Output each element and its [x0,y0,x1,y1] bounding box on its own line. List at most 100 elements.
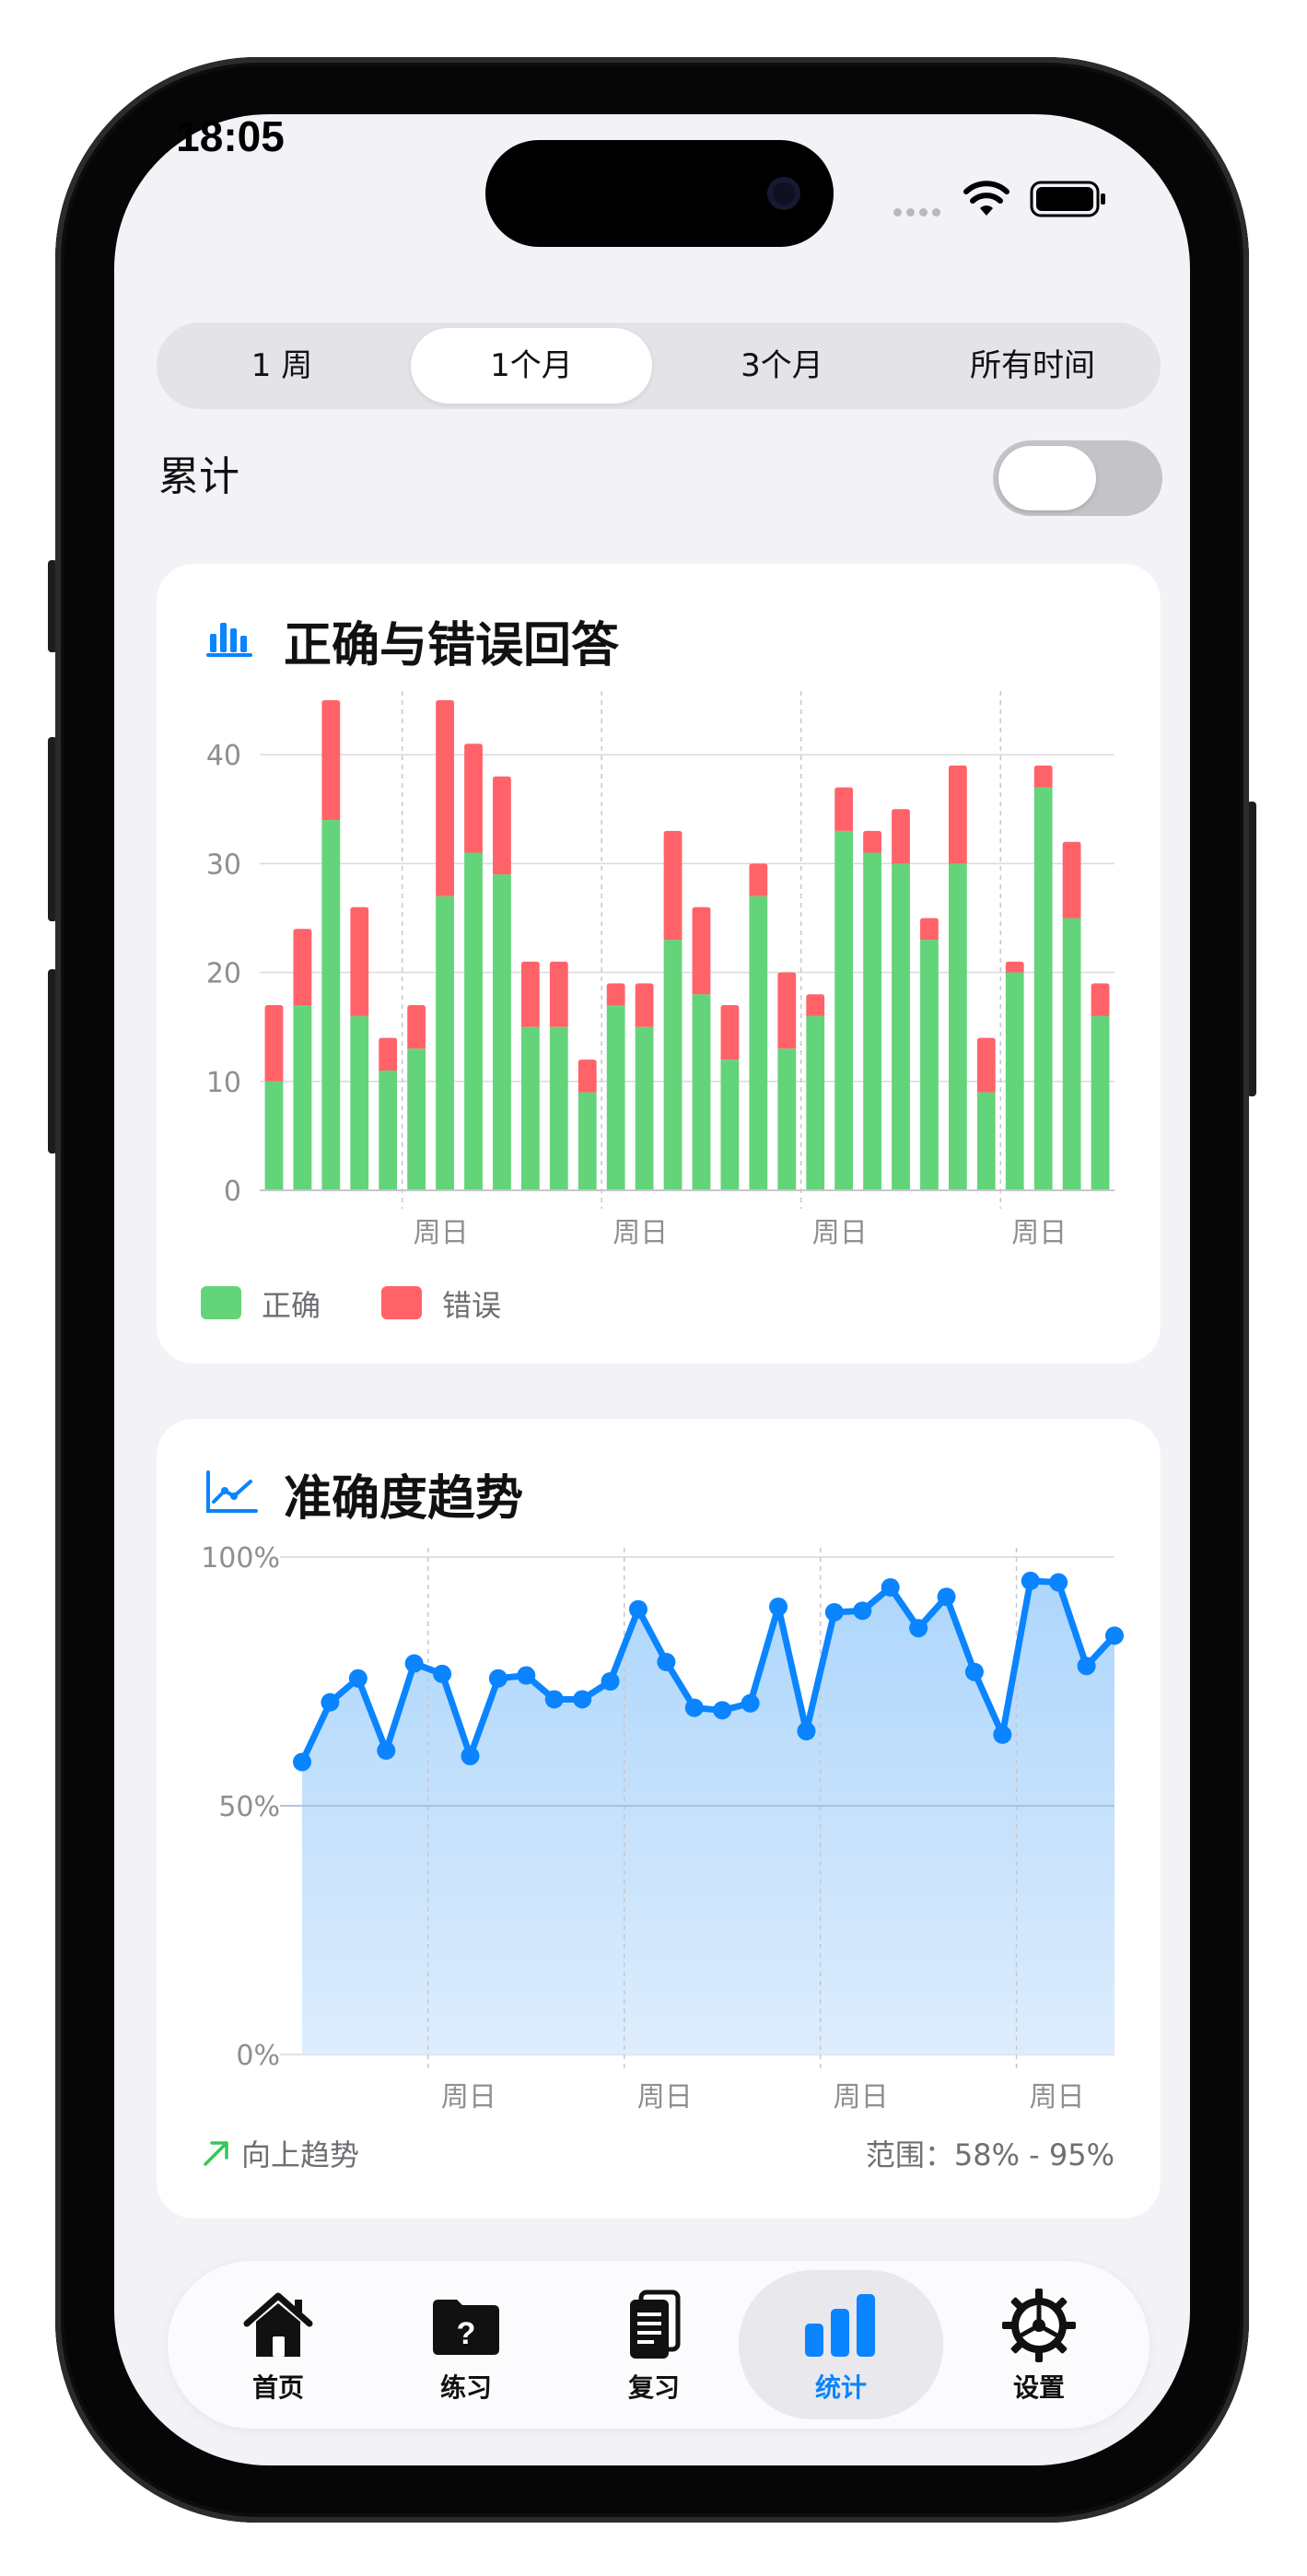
accuracy-point [881,1577,900,1597]
accuracy-area [302,1580,1114,2055]
battery-icon [1030,181,1105,217]
bar-correct [407,1048,426,1190]
bar-wrong [264,1005,284,1082]
time-range-segmented-control: 1 周 1个月 3个月 所有时间 [157,322,1161,409]
accuracy-point [853,1601,872,1621]
accuracy-point [461,1747,480,1765]
bar-correct [293,1005,312,1190]
gear-icon [1002,2289,1076,2362]
bar-wrong [606,983,625,1006]
tab-settings-label: 设置 [1012,2372,1065,2403]
bar-wrong [464,744,483,853]
bar-wrong [549,961,568,1027]
bar-correct [749,896,768,1190]
accuracy-point [293,1752,311,1772]
y-tick-label: 50% [218,1791,280,1823]
accuracy-point [1105,1626,1124,1645]
x-tick-label: 周日 [441,2081,496,2113]
accuracy-point [1021,1571,1040,1590]
x-tick-label: 周日 [1030,2081,1085,2113]
bar-correct [892,863,910,1190]
tab-home[interactable]: 首页 [186,2261,370,2429]
accuracy-point [488,1669,508,1688]
bar-wrong [1033,765,1053,788]
x-tick-label: 周日 [414,1217,469,1246]
accuracy-point [544,1690,564,1709]
accuracy-point [964,1662,984,1681]
y-tick-label: 0 [224,1176,241,1208]
bar-correct [692,994,711,1190]
accuracy-point [741,1693,760,1713]
tab-stats-label: 统计 [814,2372,867,2403]
bar-wrong [293,929,312,1006]
bar-wrong [520,961,540,1027]
accuracy-point [713,1701,732,1720]
cumulative-label: 累计 [158,453,239,500]
correct-wrong-chart: 0 10 20 30 40 周日 周日 周日 周日 [206,691,1114,1246]
legend-wrong-label: 错误 [442,1288,502,1323]
bar-correct [520,1026,540,1190]
bar-wrong [834,787,854,831]
accuracy-point [601,1672,620,1691]
segment-3-months[interactable]: 3个月 [661,328,903,404]
svg-text:?: ? [457,2316,476,2351]
x-tick-label: 周日 [613,1217,668,1246]
trend-direction-label: 向上趋势 [241,2137,360,2172]
y-tick-label: 40 [206,740,241,772]
bar-correct [777,1048,797,1190]
accuracy-trend-chart: 0% 50% 100% 周日 周日 周日 周日 [201,1542,1124,2113]
bar-wrong [350,907,369,1016]
y-tick-label: 20 [206,958,241,990]
bar-wrong [863,830,881,853]
accuracy-point [628,1599,648,1619]
question-folder-icon: ? [433,2300,499,2355]
accuracy-point [797,1722,816,1740]
dynamic-island [485,140,834,247]
bar-wrong [976,1037,996,1093]
bar-correct [321,820,341,1190]
bar-correct [379,1070,398,1190]
x-tick-label: 周日 [812,1217,868,1246]
accuracy-point [684,1698,704,1717]
bar-correct [834,830,854,1190]
accuracy-point [937,1587,956,1607]
bar-wrong [379,1037,398,1071]
bar-correct [264,1081,284,1190]
bar-wrong [1091,983,1110,1016]
segment-all-time[interactable]: 所有时间 [912,328,1153,404]
segment-1-month[interactable]: 1个月 [411,328,652,404]
bar-wrong [407,1005,426,1049]
accuracy-point [377,1741,396,1761]
accuracy-point [824,1602,844,1622]
bar-wrong [635,983,654,1027]
correct-wrong-card: 正确与错误回答 0 10 20 30 40 周日 周日 周日 周日 正确 错误 [157,564,1161,1364]
bar-correct [549,1026,568,1190]
bar-wrong [920,918,939,941]
bar-wrong [436,700,454,896]
legend-correct-swatch [201,1286,241,1319]
camera-icon [767,177,800,210]
tab-practice[interactable]: ? 练习 [374,2261,558,2429]
tab-stats[interactable]: 统计 [739,2270,943,2419]
tab-settings[interactable]: 设置 [947,2261,1131,2429]
accuracy-point [433,1664,452,1683]
bar-correct [350,1015,369,1190]
document-stack-icon [630,2289,681,2359]
bar-correct [663,940,683,1190]
accuracy-range-label: 范围：58% - 95% [865,2137,1114,2172]
tab-review[interactable]: 复习 [562,2261,746,2429]
bar-correct [1033,787,1053,1190]
legend-wrong-swatch [381,1286,422,1319]
bar-wrong [720,1005,740,1060]
accuracy-point [1049,1573,1068,1592]
segment-1-week[interactable]: 1 周 [162,328,402,404]
tab-home-label: 首页 [251,2372,304,2403]
bar-wrong [806,994,825,1016]
bar-wrong [493,776,511,875]
bar-wrong [578,1060,597,1093]
tab-practice-label: 练习 [439,2372,492,2403]
cumulative-toggle[interactable] [993,440,1162,516]
x-tick-label: 周日 [834,2081,889,2113]
bar-correct [436,896,454,1190]
y-tick-label: 30 [206,849,241,881]
